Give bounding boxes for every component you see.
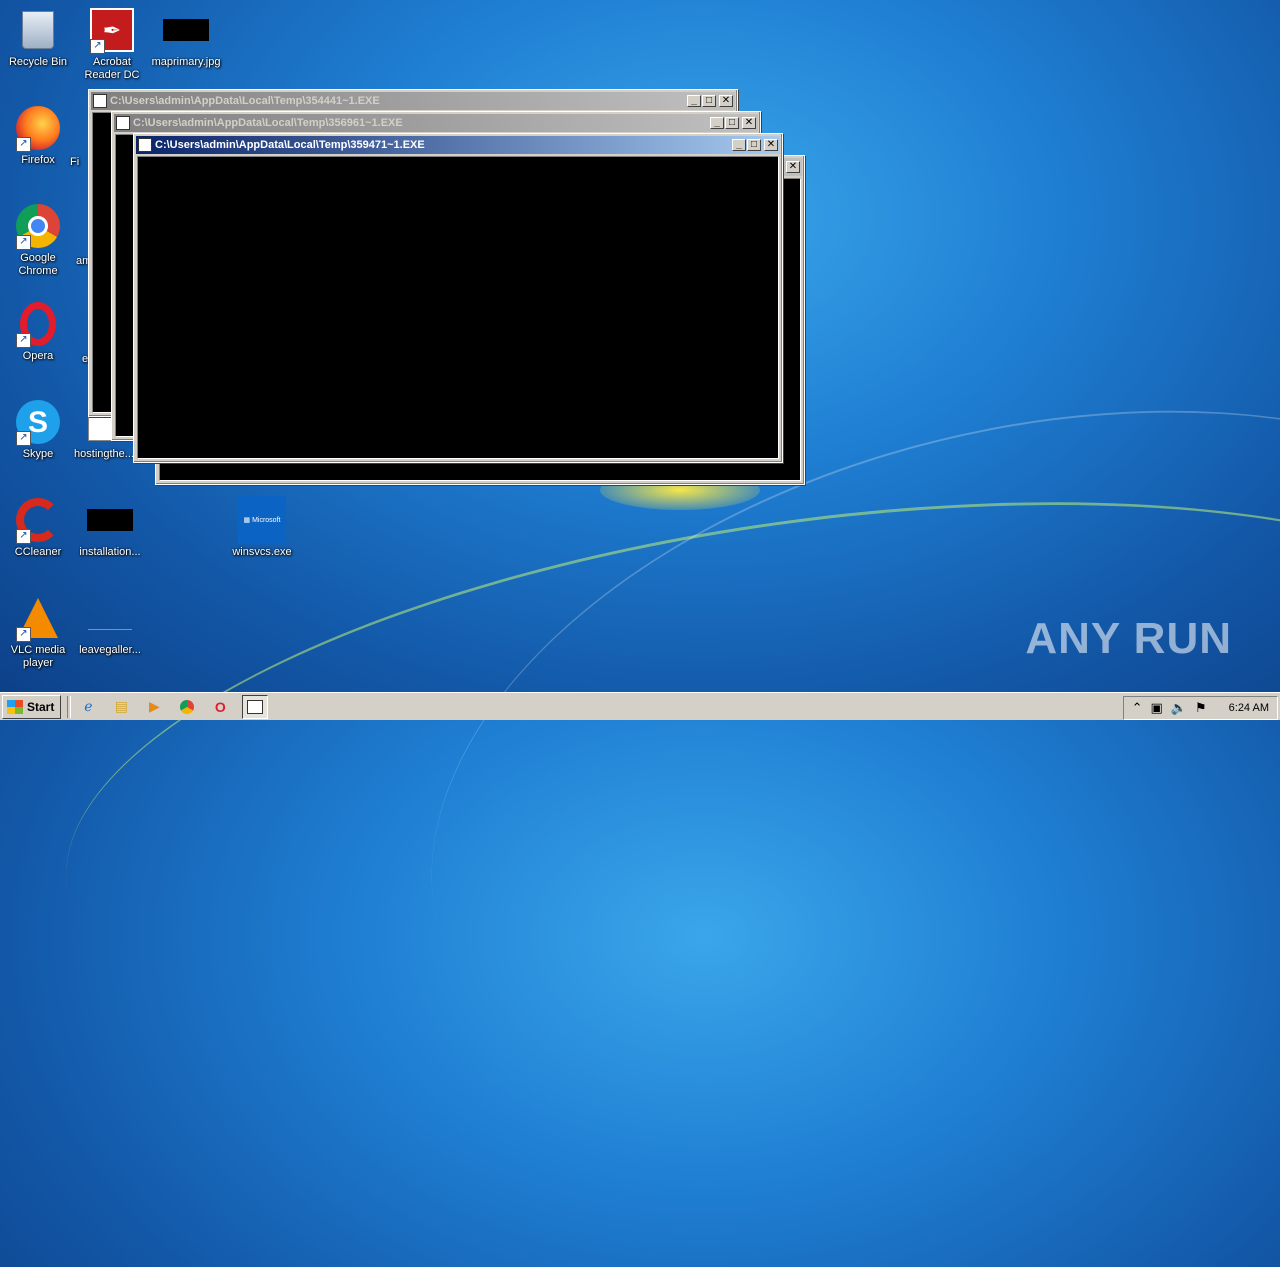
chrome-icon[interactable] — [176, 696, 198, 718]
close-button[interactable]: ✕ — [764, 139, 778, 151]
system-tray: ⌃ ▣ 🔈 ⚑ 6:24 AM — [1122, 696, 1278, 720]
shortcut-arrow-icon: ↗ — [16, 627, 31, 642]
taskbar-separator — [67, 695, 72, 718]
action-center-flag-icon[interactable]: ⚑ — [1195, 700, 1207, 716]
windows-flag-icon — [7, 699, 23, 714]
image-thumbnail — [88, 607, 132, 630]
network-icon[interactable]: ▣ — [1151, 700, 1163, 716]
desktop-icon-chrome[interactable]: ↗ Google Chrome — [0, 202, 76, 278]
console-icon — [93, 94, 107, 108]
desktop-icon-vlc[interactable]: ↗ VLC media player — [0, 594, 76, 670]
taskbar: Start ℯ ▤ ▶ O ⌃ ▣ 🔈 ⚑ 6:24 AM — [0, 692, 1280, 720]
window-title: C:\Users\admin\AppData\Local\Temp\354441… — [110, 95, 380, 107]
shortcut-arrow-icon: ↗ — [16, 431, 31, 446]
ie-icon[interactable]: ℯ — [77, 696, 99, 718]
desktop-icon-ccleaner[interactable]: ↗ CCleaner — [0, 496, 76, 559]
desktop-icon-installation[interactable]: installation... — [72, 496, 148, 559]
minimize-button[interactable]: _ — [687, 95, 701, 107]
console-output[interactable] — [137, 156, 779, 459]
opera-icon[interactable]: O — [209, 696, 231, 718]
start-button[interactable]: Start — [2, 694, 62, 719]
image-thumbnail — [163, 19, 209, 41]
close-button[interactable]: ✕ — [719, 95, 733, 107]
desktop-icon-opera[interactable]: ↗ Opera — [0, 300, 76, 363]
desktop-icon-skype[interactable]: S ↗ Skype — [0, 398, 76, 461]
shortcut-arrow-icon: ↗ — [16, 235, 31, 250]
desktop-icon-label-partial: Fi — [70, 156, 80, 168]
clock[interactable]: 6:24 AM — [1229, 702, 1269, 714]
title-bar[interactable]: C:\Users\admin\AppData\Local\Temp\354441… — [91, 92, 735, 110]
desktop-icon-leavegaller[interactable]: leavegaller... — [72, 594, 148, 657]
shortcut-arrow-icon: ↗ — [90, 39, 105, 54]
maximize-button[interactable]: □ — [702, 95, 716, 107]
desktop-icon-recycle-bin[interactable]: Recycle Bin — [0, 6, 76, 69]
console-icon — [247, 699, 264, 714]
desktop-icon-maprimary[interactable]: maprimary.jpg — [148, 6, 224, 69]
image-thumbnail — [87, 509, 133, 531]
console-icon — [138, 138, 152, 152]
microsoft-app-icon: ▦ Microsoft — [238, 496, 286, 544]
anyrun-watermark: ANY RUN — [1025, 614, 1232, 663]
explorer-icon[interactable]: ▤ — [110, 696, 132, 718]
console-icon — [116, 116, 130, 130]
desktop-icon-winsvcs[interactable]: ▦ Microsoft winsvcs.exe — [224, 496, 300, 559]
desktop-icon-firefox[interactable]: ↗ Firefox — [0, 104, 76, 167]
window-title: C:\Users\admin\AppData\Local\Temp\359471… — [155, 139, 425, 151]
close-button[interactable]: ✕ — [786, 161, 800, 173]
close-button[interactable]: ✕ — [742, 117, 756, 129]
volume-icon[interactable]: 🔈 — [1171, 700, 1187, 716]
show-hidden-icons-icon[interactable]: ⌃ — [1132, 700, 1143, 716]
console-window-359471[interactable]: C:\Users\admin\AppData\Local\Temp\359471… — [133, 133, 783, 463]
minimize-button[interactable]: _ — [710, 117, 724, 129]
shortcut-arrow-icon: ↗ — [16, 333, 31, 348]
maximize-button[interactable]: □ — [725, 117, 739, 129]
maximize-button[interactable]: □ — [747, 139, 761, 151]
minimize-button[interactable]: _ — [732, 139, 746, 151]
shortcut-arrow-icon: ↗ — [16, 137, 31, 152]
taskbar-console-group[interactable] — [242, 694, 269, 719]
title-bar[interactable]: C:\Users\admin\AppData\Local\Temp\356961… — [114, 114, 758, 132]
window-title: C:\Users\admin\AppData\Local\Temp\356961… — [133, 117, 403, 129]
media-player-icon[interactable]: ▶ — [143, 696, 165, 718]
shortcut-arrow-icon: ↗ — [16, 529, 31, 544]
recycle-bin-icon — [22, 11, 54, 49]
desktop-icon-acrobat[interactable]: ✒ ↗ Acrobat Reader DC — [74, 6, 150, 82]
title-bar[interactable]: C:\Users\admin\AppData\Local\Temp\359471… — [136, 136, 780, 154]
